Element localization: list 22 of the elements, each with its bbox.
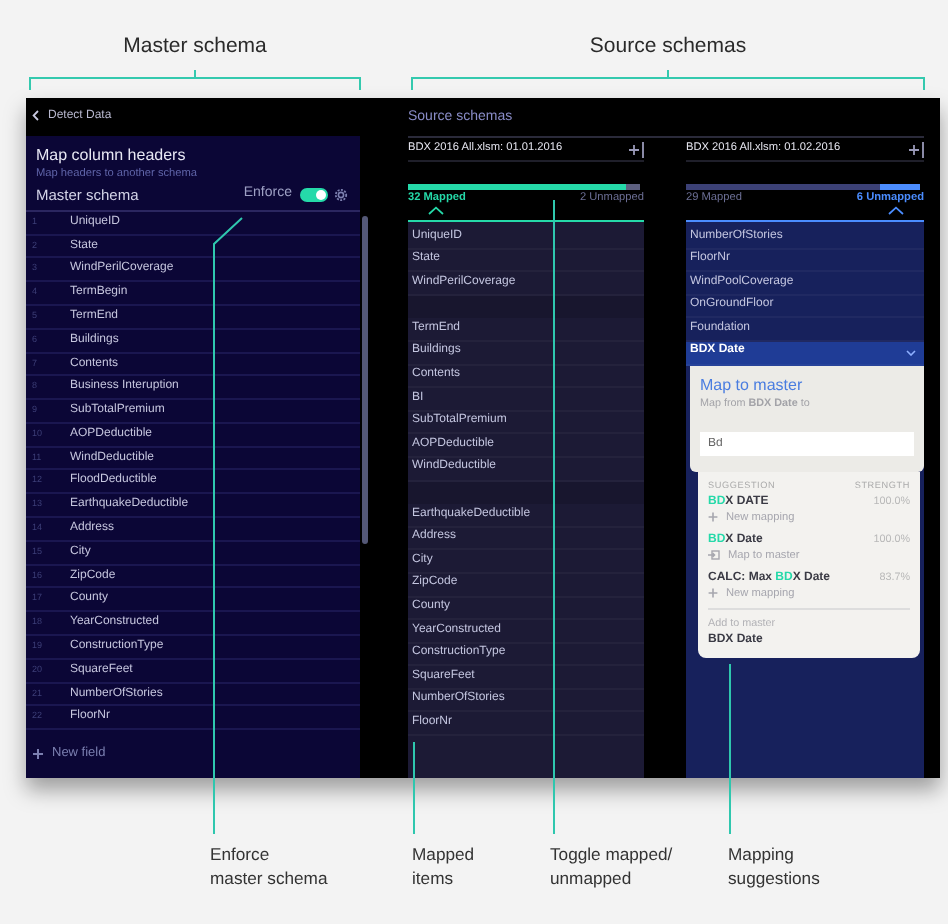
add-icon[interactable] [628,141,644,157]
caret-icon [888,206,904,216]
callout-label: Enforce master schema [210,842,328,890]
plus-icon [708,588,718,599]
chevron-left-icon [32,110,40,123]
callout-label: Mapped items [412,842,475,890]
import-icon [708,550,720,561]
scrollbar[interactable] [362,216,368,544]
callout-label: Toggle mapped/ unmapped [550,842,673,890]
caret-icon [428,206,444,216]
popup-title: Map to master [700,373,805,396]
settings-icon[interactable] [334,188,348,203]
callout-label: Mapping suggestions [728,842,820,890]
callout-line [413,741,415,835]
enforce-toggle[interactable] [300,188,328,203]
plus-icon [708,512,718,523]
panel-title: Map column headers [34,143,188,166]
chevron-down-icon [906,349,916,356]
section-label: Master schema [123,32,267,60]
plus-icon [32,748,44,761]
add-icon[interactable] [908,141,924,157]
section-label: Source schemas [589,32,747,60]
